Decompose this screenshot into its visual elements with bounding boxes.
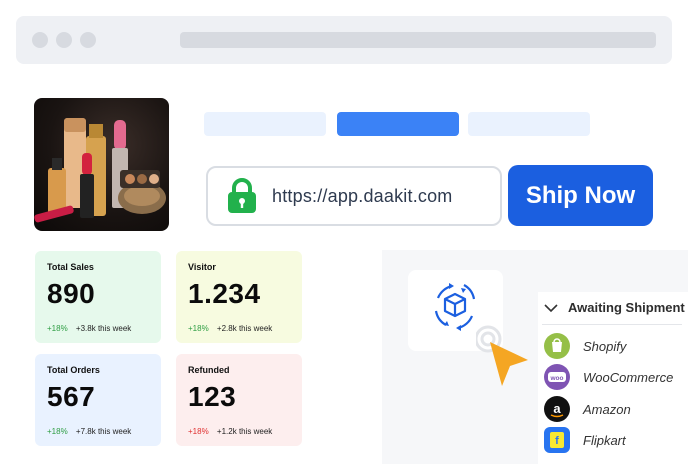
stat-footer: +18% +3.8k this week xyxy=(47,324,131,333)
stat-footer: +18% +1.2k this week xyxy=(188,427,272,436)
stat-value: 123 xyxy=(188,381,237,412)
stat-change: +18% xyxy=(188,427,209,436)
lock-icon xyxy=(228,178,256,213)
marketplace-name: Shopify xyxy=(583,338,627,354)
product-image xyxy=(34,98,169,231)
tab-1[interactable] xyxy=(204,112,326,136)
tab-2-active[interactable] xyxy=(337,112,459,136)
stat-value: 1.234 xyxy=(188,278,261,309)
window-dot-maximize xyxy=(80,32,96,48)
marketplace-item-amazon[interactable]: a Amazon xyxy=(544,396,631,422)
stat-note: +2.8k this week xyxy=(216,324,273,333)
address-bar-placeholder xyxy=(180,32,656,48)
stat-note: +1.2k this week xyxy=(216,427,273,436)
flipkart-icon: f xyxy=(544,427,570,453)
stat-card-refunded: Refunded 123 +18% +1.2k this week xyxy=(176,354,302,446)
stat-change: +18% xyxy=(47,427,68,436)
stat-value: 890 xyxy=(47,278,96,309)
stat-note: +3.8k this week xyxy=(75,324,132,333)
shopify-icon xyxy=(544,333,570,359)
awaiting-shipment-title: Awaiting Shipment xyxy=(568,300,685,315)
browser-toolbar xyxy=(16,16,672,64)
svg-text:woo: woo xyxy=(550,375,564,382)
url-value: https://app.daakit.com xyxy=(272,186,453,206)
svg-text:f: f xyxy=(555,435,559,447)
stat-footer: +18% +2.8k this week xyxy=(188,324,272,333)
woocommerce-icon: woo xyxy=(544,364,570,390)
stat-value: 567 xyxy=(47,381,96,412)
cursor-pointer-icon xyxy=(476,325,528,386)
window-dot-close xyxy=(32,32,48,48)
marketplace-item-woocommerce[interactable]: woo WooCommerce xyxy=(544,364,673,390)
stat-card-total-sales: Total Sales 890 +18% +3.8k this week xyxy=(35,251,161,343)
stat-note: +7.8k this week xyxy=(75,427,132,436)
stat-label: Total Orders xyxy=(47,365,100,375)
divider xyxy=(542,324,682,325)
stat-change: +18% xyxy=(47,324,68,333)
stat-label: Visitor xyxy=(188,262,216,272)
svg-text:a: a xyxy=(553,401,561,416)
stat-card-visitor: Visitor 1.234 +18% +2.8k this week xyxy=(176,251,302,343)
marketplace-item-flipkart[interactable]: f Flipkart xyxy=(544,427,626,453)
amazon-icon: a xyxy=(544,396,570,422)
marketplace-name: Flipkart xyxy=(583,432,626,448)
ship-now-button[interactable]: Ship Now xyxy=(508,165,653,226)
tab-3[interactable] xyxy=(468,112,590,136)
chevron-down-icon[interactable] xyxy=(544,303,558,313)
marketplace-name: Amazon xyxy=(583,401,631,417)
window-dot-minimize xyxy=(56,32,72,48)
stat-card-total-orders: Total Orders 567 +18% +7.8k this week xyxy=(35,354,161,446)
stat-change: +18% xyxy=(188,324,209,333)
stat-footer: +18% +7.8k this week xyxy=(47,427,131,436)
marketplace-name: WooCommerce xyxy=(583,369,674,385)
url-input[interactable]: https://app.daakit.com xyxy=(206,166,502,226)
marketplace-item-shopify[interactable]: Shopify xyxy=(544,333,626,359)
stat-label: Total Sales xyxy=(47,262,94,272)
stat-label: Refunded xyxy=(188,365,230,375)
